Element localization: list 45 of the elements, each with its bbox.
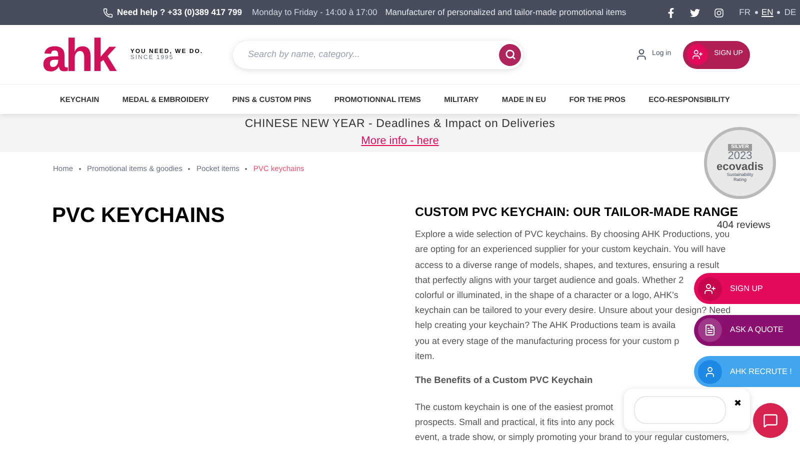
instagram-icon[interactable] — [714, 8, 724, 18]
phone-icon — [103, 8, 113, 18]
language-link[interactable]: DE — [784, 6, 796, 19]
section-subheading: The Benefits of a Custom PVC Keychain — [415, 374, 593, 388]
paragraph-line: are opting for an experienced supplier for your custom keychain. You will have — [415, 243, 726, 256]
page-title: PVC KEYCHAINS — [52, 203, 225, 230]
document-icon — [704, 324, 716, 336]
close-button[interactable]: ✖ — [734, 397, 742, 411]
paragraph-line: colorful or illuminated, in the shape of a character or a logo, AHK's — [415, 289, 678, 302]
paragraph-line: access to a diverse range of models, shapes, and textures, ensuring a result — [415, 258, 720, 272]
search-button[interactable] — [499, 44, 522, 66]
banner-link[interactable]: More info - here — [361, 133, 439, 150]
user-icon — [635, 48, 648, 61]
language-link[interactable]: FR — [739, 6, 751, 19]
banner-text: CHINESE NEW YEAR - Deadlines & Impact on Deliveries — [244, 117, 556, 132]
tagline: Manufacturer of personalized and tailor-made promotional items — [385, 6, 626, 19]
user-icon — [704, 366, 716, 378]
paragraph-line: keychain can be tailored to your every desire. Unsure about your design? Need — [415, 304, 731, 318]
user-plus-icon — [692, 49, 704, 60]
language-link[interactable]: EN — [762, 6, 774, 19]
chat-icon — [763, 413, 778, 428]
paragraph-line: event, a trade show, or simply promoting your brand to your regular customers, — [415, 431, 730, 444]
search-icon — [504, 49, 516, 60]
paragraph-line: The custom keychain is one of the easiest promot — [415, 401, 614, 414]
paragraph-line: Explore a wide selection of PVC keychains. By choosing AHK Productions, you — [415, 228, 730, 242]
paragraph-line: that perfectly aligns with your target audience and goals. Whether 2 — [415, 274, 684, 287]
search-field[interactable]: Search by name, category... — [248, 48, 478, 62]
paragraph-line: you at every stage of the manufacturing process for your custom p — [415, 334, 680, 348]
message-field[interactable] — [634, 396, 726, 424]
badge-year: 2023 — [728, 151, 752, 162]
badge-brand: ecovadis — [716, 162, 764, 173]
chat-launcher[interactable] — [753, 403, 788, 438]
facebook-icon[interactable] — [666, 8, 676, 18]
floating-button[interactable]: SIGN UP — [694, 273, 800, 304]
logo[interactable]: ahk — [42, 32, 114, 78]
help-phone[interactable]: Need help ? +33 (0)389 417 799 — [117, 6, 242, 19]
opening-hours: Monday to Friday - 14:00 à 17:00 — [252, 6, 378, 19]
paragraph-line: item. — [415, 350, 435, 363]
paragraph-line: prospects. Small and practical, it fits into any pock — [415, 416, 614, 430]
section-heading: CUSTOM PVC KEYCHAIN: OUR TAILOR-MADE RANGE — [415, 206, 738, 220]
floating-button[interactable]: ASK A QUOTE — [694, 314, 800, 346]
reviews-count[interactable]: 404 reviews — [717, 221, 770, 231]
user-plus-icon — [704, 282, 716, 294]
paragraph-line: help creating your keychain? The AHK Productions team is availa — [415, 319, 676, 332]
twitter-icon[interactable] — [690, 8, 700, 18]
